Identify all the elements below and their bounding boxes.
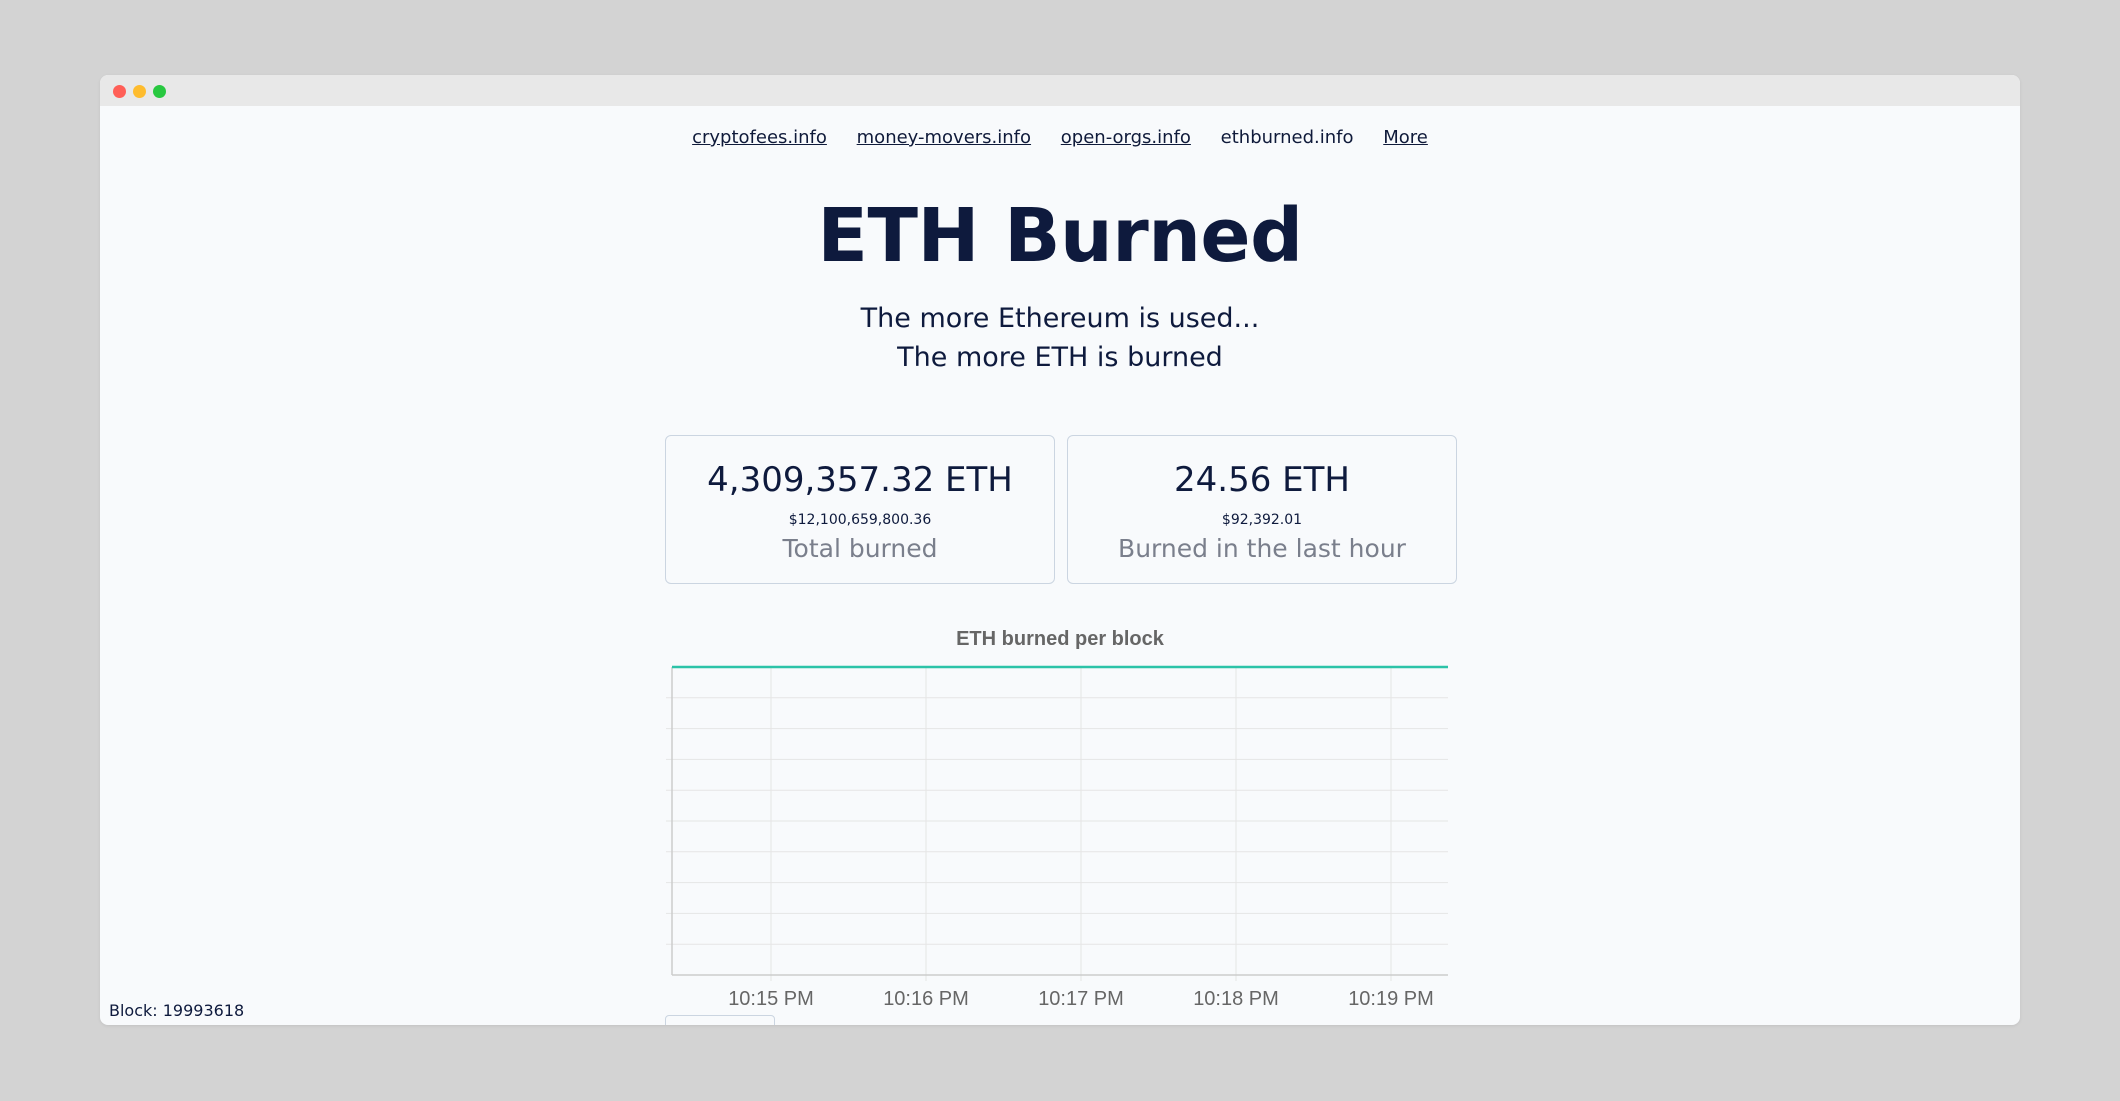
last-hour-label: Burned in the last hour (1118, 534, 1406, 563)
nav-link-more[interactable]: More (1383, 127, 1428, 148)
block-number: Block: 19993618 (109, 1001, 245, 1020)
total-burned-label: Total burned (782, 534, 938, 563)
chart-x-tick-label: 10:17 PM (1038, 988, 1124, 1010)
chart-title: ETH burned per block (956, 628, 1164, 650)
chart-x-tick-label: 10:16 PM (883, 988, 969, 1010)
subtitle-line-2: The more ETH is burned (897, 342, 1223, 373)
chart-x-tick-label: 10:19 PM (1348, 988, 1434, 1010)
total-burned-value: 4,309,357.32 ETH (707, 460, 1013, 500)
chart-x-tick-labels: 10:15 PM 10:16 PM 10:17 PM 10:18 PM 10:19 PM (728, 988, 1434, 1010)
last-hour-value: 24.56 ETH (1174, 460, 1350, 500)
subtitle-line-1: The more Ethereum is used... (860, 303, 1260, 334)
last-hour-card: 24.56 ETH $92,392.01 Burned in the last … (1067, 435, 1457, 584)
browser-window: cryptofees.info money-movers.info open-o… (100, 75, 2020, 1025)
maximize-window-button[interactable] (153, 85, 166, 98)
chart-range-selector[interactable] (665, 1015, 775, 1025)
nav-link-money-movers[interactable]: money-movers.info (857, 127, 1031, 148)
nav-link-ethburned[interactable]: ethburned.info (1221, 127, 1354, 148)
window-titlebar (100, 75, 2020, 106)
chart-x-tick-label: 10:15 PM (728, 988, 814, 1010)
chart-grid-vertical (770, 667, 1392, 981)
total-burned-usd: $12,100,659,800.36 (788, 512, 932, 528)
nav-link-open-orgs[interactable]: open-orgs.info (1061, 127, 1191, 148)
minimize-window-button[interactable] (133, 85, 146, 98)
close-window-button[interactable] (113, 85, 126, 98)
page-title: ETH Burned (817, 193, 1303, 279)
total-burned-card: 4,309,357.32 ETH $12,100,659,800.36 Tota… (665, 435, 1055, 584)
burn-per-block-chart: 10:15 PM 10:16 PM 10:17 PM 10:18 PM 10:19 PM (666, 665, 1448, 1010)
chart-grid-horizontal (666, 697, 1448, 945)
top-nav: cryptofees.info money-movers.info open-o… (100, 127, 2020, 148)
chart-x-tick-label: 10:18 PM (1193, 988, 1279, 1010)
nav-link-cryptofees[interactable]: cryptofees.info (692, 127, 827, 148)
last-hour-usd: $92,392.01 (1221, 512, 1303, 528)
